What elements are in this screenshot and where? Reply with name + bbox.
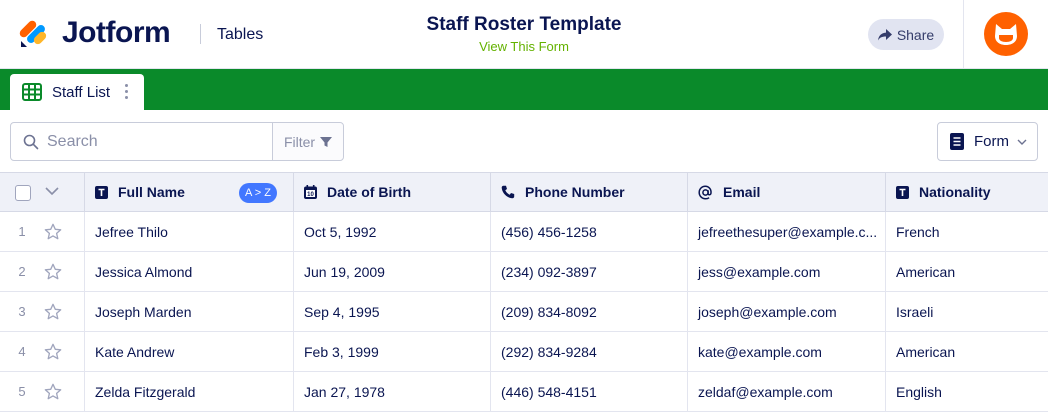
cell-nationality[interactable]: English (886, 372, 1048, 411)
table-toolbar: Search Filter Form (0, 110, 1048, 172)
row-number: 4 (18, 344, 26, 359)
cell-full-name[interactable]: Jessica Almond (85, 252, 294, 291)
column-header-phone-number[interactable]: Phone Number (491, 173, 688, 211)
column-header-nationality[interactable]: Nationality (886, 173, 1048, 211)
form-label: Form (974, 133, 1009, 150)
row-number: 1 (18, 224, 26, 239)
form-document-icon (950, 133, 964, 150)
cell-date-of-birth[interactable]: Feb 3, 1999 (294, 332, 491, 371)
cell-date-of-birth[interactable]: Jan 27, 1978 (294, 372, 491, 411)
filter-label: Filter (283, 133, 316, 150)
star-icon[interactable] (44, 263, 62, 281)
cell-phone-number[interactable]: (292) 834-9284 (491, 332, 688, 371)
tab-staff-list[interactable]: Staff List (10, 74, 144, 110)
row-number: 3 (18, 304, 26, 319)
cell-nationality[interactable]: French (886, 212, 1048, 251)
cell-full-name[interactable]: Zelda Fitzgerald (85, 372, 294, 411)
table-row[interactable]: 1 Jefree Thilo Oct 5, 1992 (456) 456-125… (0, 212, 1048, 252)
cell-nationality[interactable]: American (886, 252, 1048, 291)
search-icon (23, 134, 39, 149)
cell-full-name[interactable]: Joseph Marden (85, 292, 294, 331)
table-row[interactable]: 5 Zelda Fitzgerald Jan 27, 1978 (446) 54… (0, 372, 1048, 412)
calendar-icon: 10 (304, 185, 317, 199)
row-number: 5 (18, 384, 26, 399)
jotform-logo[interactable]: Jotform (18, 16, 171, 50)
phone-icon (501, 185, 515, 199)
view-form-link[interactable]: View This Form (374, 39, 674, 54)
share-label: Share (896, 26, 935, 43)
title-block: Staff Roster Template View This Form (374, 14, 674, 54)
row-controls: 5 (0, 372, 85, 411)
cell-date-of-birth[interactable]: Jun 19, 2009 (294, 252, 491, 291)
cell-phone-number[interactable]: (209) 834-8092 (491, 292, 688, 331)
podo-cat-icon (995, 24, 1017, 45)
cell-phone-number[interactable]: (234) 092-3897 (491, 252, 688, 291)
search-placeholder: Search (47, 132, 98, 150)
star-icon[interactable] (44, 223, 62, 241)
cell-full-name[interactable]: Jefree Thilo (85, 212, 294, 251)
sheet-tab-bar: Staff List (0, 69, 1048, 110)
column-header-date-of-birth[interactable]: 10 Date of Birth (294, 173, 491, 211)
column-header-full-name[interactable]: Full Name A > Z (85, 173, 294, 211)
svg-text:10: 10 (307, 192, 314, 198)
tab-menu-icon[interactable] (125, 84, 128, 99)
column-label: Full Name (118, 184, 185, 200)
select-all-checkbox[interactable] (15, 185, 31, 201)
header-divider (200, 24, 201, 44)
cell-phone-number[interactable]: (446) 548-4151 (491, 372, 688, 411)
share-button[interactable]: Share (868, 19, 944, 50)
column-label: Email (723, 184, 761, 200)
row-controls: 4 (0, 332, 85, 371)
row-controls: 1 (0, 212, 85, 251)
column-label: Phone Number (525, 184, 625, 200)
chevron-down-icon[interactable] (45, 186, 59, 196)
column-label: Date of Birth (327, 184, 411, 200)
cell-email[interactable]: jefreethesuper@example.c... (688, 212, 886, 251)
jotform-logo-icon (19, 20, 47, 47)
form-dropdown-button[interactable]: Form (937, 122, 1038, 161)
row-number: 2 (18, 264, 26, 279)
filter-button[interactable]: Filter (272, 123, 343, 160)
share-arrow-icon (877, 28, 892, 40)
cell-nationality[interactable]: Israeli (886, 292, 1048, 331)
data-table: Full Name A > Z 10 Date of Birth Phone N… (0, 172, 1048, 412)
star-icon[interactable] (44, 303, 62, 321)
cell-nationality[interactable]: American (886, 332, 1048, 371)
cell-date-of-birth[interactable]: Sep 4, 1995 (294, 292, 491, 331)
avatar[interactable] (984, 12, 1028, 56)
header-separator (963, 0, 964, 69)
funnel-icon (320, 136, 333, 147)
column-label: Nationality (919, 184, 991, 200)
table-row[interactable]: 3 Joseph Marden Sep 4, 1995 (209) 834-80… (0, 292, 1048, 332)
row-controls: 3 (0, 292, 85, 331)
chevron-down-icon (1017, 139, 1027, 145)
table-row[interactable]: 2 Jessica Almond Jun 19, 2009 (234) 092-… (0, 252, 1048, 292)
cell-email[interactable]: joseph@example.com (688, 292, 886, 331)
cell-full-name[interactable]: Kate Andrew (85, 332, 294, 371)
column-header-email[interactable]: Email (688, 173, 886, 211)
text-type-icon (95, 185, 108, 199)
cell-phone-number[interactable]: (456) 456-1258 (491, 212, 688, 251)
brand-name: Jotform (62, 16, 171, 49)
table-header-row: Full Name A > Z 10 Date of Birth Phone N… (0, 172, 1048, 212)
cell-email[interactable]: jess@example.com (688, 252, 886, 291)
star-icon[interactable] (44, 343, 62, 361)
page-title: Staff Roster Template (426, 14, 622, 35)
table-grid-icon (22, 83, 42, 101)
at-sign-icon (698, 184, 713, 200)
search-input[interactable]: Search (11, 123, 272, 160)
cell-email[interactable]: zeldaf@example.com (688, 372, 886, 411)
sort-badge[interactable]: A > Z (239, 183, 277, 203)
app-name[interactable]: Tables (217, 26, 263, 44)
top-header: Jotform Tables Staff Roster Template Vie… (0, 0, 1048, 69)
search-box: Search Filter (10, 122, 344, 161)
tab-label: Staff List (52, 83, 111, 101)
text-type-icon (896, 185, 909, 199)
cell-email[interactable]: kate@example.com (688, 332, 886, 371)
select-column-header (0, 173, 85, 211)
cell-date-of-birth[interactable]: Oct 5, 1992 (294, 212, 491, 251)
star-icon[interactable] (44, 383, 62, 401)
row-controls: 2 (0, 252, 85, 291)
table-row[interactable]: 4 Kate Andrew Feb 3, 1999 (292) 834-9284… (0, 332, 1048, 372)
